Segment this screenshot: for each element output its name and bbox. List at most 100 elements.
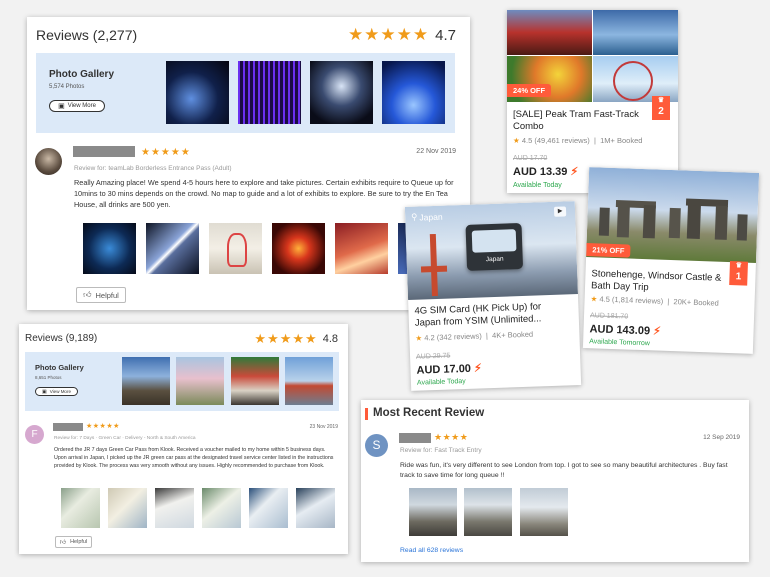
avatar	[35, 148, 62, 175]
review-body: Really Amazing place! We spend 4-5 hours…	[74, 178, 454, 209]
product-title: Stonehenge, Windsor Castle & Bath Day Tr…	[590, 268, 722, 294]
review-photo[interactable]	[146, 223, 199, 274]
gallery-count: 5,574 Photos	[49, 84, 85, 90]
avatar: F	[25, 425, 44, 444]
section-accent-bar	[365, 408, 368, 420]
product-rating-row: ★ 4.2 (342 reviews) | 4K+ Booked	[415, 329, 534, 343]
rank-badge: ♛ 1	[729, 261, 749, 286]
star-icon: ★	[513, 136, 520, 145]
reviewer-name-redacted	[73, 146, 135, 157]
photo-gallery-panel: Photo Gallery 5,574 Photos ▣ View More	[36, 53, 455, 133]
review-for: Review for: 7 Days · Green Car · Deliver…	[54, 436, 196, 441]
gallery-photo[interactable]	[310, 61, 373, 124]
original-price: AUD 29.75	[415, 352, 451, 361]
review-photo[interactable]	[249, 488, 288, 528]
location-pin-icon: ⚲	[411, 211, 418, 222]
product-rating-row: ★ 4.5 (49,461 reviews) | 1M+ Booked	[513, 136, 643, 145]
review-photo[interactable]	[520, 488, 568, 536]
original-price: AUD 181.70	[589, 312, 629, 321]
star-icon: ★	[590, 294, 598, 304]
discount-badge: 24% OFF	[507, 84, 552, 97]
product-card-stonehenge[interactable]: 21% OFF ♛ 1 Stonehenge, Windsor Castle &…	[582, 167, 760, 354]
review-photo[interactable]	[61, 488, 100, 528]
location-tag: ⚲ Japan	[411, 211, 443, 223]
thumbs-up-icon: 👍︎	[59, 540, 67, 546]
product-rating-row: ★ 4.5 (1,814 reviews) | 20K+ Booked	[590, 294, 719, 308]
review-stars: ★★★★★	[86, 423, 120, 430]
gallery-title: Photo Gallery	[49, 69, 115, 80]
review-title: Reviews (2,277)	[36, 27, 138, 43]
product-card-sim[interactable]: Japan ⚲ Japan ▶ 4G SIM Card (HK Pick Up)…	[404, 201, 582, 391]
crown-icon: ♛	[657, 97, 665, 104]
gallery-photo[interactable]	[382, 61, 445, 124]
photo-gallery-panel: Photo Gallery 8,651 Photos ▣ View More	[25, 352, 339, 411]
lightning-icon: ⚡︎	[473, 362, 482, 375]
product-title: [SALE] Peak Tram Fast-Track Combo	[513, 109, 639, 132]
avatar: S	[365, 434, 388, 457]
rank-badge: ♛ 2	[652, 96, 670, 120]
gallery-photo[interactable]	[122, 357, 170, 405]
review-photo[interactable]	[296, 488, 335, 528]
review-photo[interactable]	[409, 488, 457, 536]
review-body: Ride was fun, it's very different to see…	[400, 462, 728, 479]
image-icon: ▣	[58, 103, 65, 110]
star-icon: ★	[415, 333, 423, 343]
gallery-photo[interactable]	[285, 357, 333, 405]
section-title: Most Recent Review	[373, 407, 485, 419]
review-card-teamlab: Reviews (2,277) ★★★★★ 4.7 Photo Gallery …	[27, 17, 470, 310]
review-photo[interactable]	[464, 488, 512, 536]
review-photo[interactable]	[155, 488, 194, 528]
availability: Available Today	[513, 182, 562, 189]
review-photo[interactable]	[272, 223, 325, 274]
reviewer-name-redacted	[53, 423, 83, 431]
gallery-photo[interactable]	[238, 61, 301, 124]
helpful-button[interactable]: 👍︎ Helpful	[55, 536, 92, 548]
review-date: 23 Nov 2019	[309, 424, 338, 430]
review-title: Reviews (9,189)	[25, 333, 98, 344]
lightning-icon: ⚡︎	[652, 325, 662, 338]
most-recent-review-card: Most Recent Review S ★★★★ 12 Sep 2019 Re…	[361, 400, 749, 562]
view-more-button[interactable]: ▣ View More	[49, 100, 105, 112]
read-all-reviews-link[interactable]: Read all 628 reviews	[400, 547, 463, 554]
thumbs-up-icon: 👍︎	[83, 290, 92, 299]
sim-card-label: Japan	[485, 255, 504, 264]
gallery-photo[interactable]	[176, 357, 224, 405]
review-date: 12 Sep 2019	[703, 434, 740, 441]
gallery-photo[interactable]	[166, 61, 229, 124]
collage-photo-tram	[507, 10, 592, 55]
original-price: AUD 17.70	[513, 155, 548, 162]
price-row: AUD 13.39 ⚡︎	[513, 166, 579, 178]
product-card-peak-tram[interactable]: 24% OFF ♛ 2 [SALE] Peak Tram Fast-Track …	[507, 10, 678, 193]
price-row: AUD 17.00 ⚡︎	[416, 362, 482, 377]
review-photo[interactable]	[202, 488, 241, 528]
availability: Available Tomorrow	[588, 338, 651, 348]
rating-score: 4.8	[322, 333, 338, 345]
lightning-icon: ⚡︎	[570, 166, 579, 178]
rating-score: 4.7	[435, 26, 456, 44]
rating-stars: ★★★★★	[254, 331, 318, 346]
review-body: Ordered the JR 7 days Green Car Pass fro…	[54, 447, 334, 469]
review-for: Review for: teamLab Borderless Entrance …	[74, 165, 232, 172]
review-for: Review for: Fast Track Entry	[400, 447, 482, 454]
review-date: 22 Nov 2019	[416, 148, 456, 155]
gallery-count: 8,651 Photos	[35, 375, 62, 380]
review-photo[interactable]	[108, 488, 147, 528]
gallery-title: Photo Gallery	[35, 363, 84, 372]
discount-badge: 21% OFF	[586, 243, 631, 258]
review-photo[interactable]	[83, 223, 136, 274]
helpful-button[interactable]: 👍︎ Helpful	[76, 287, 126, 303]
image-icon: ▣	[42, 388, 47, 395]
availability: Available Today	[416, 378, 466, 387]
review-photo[interactable]	[335, 223, 388, 274]
review-card-jr-pass: Reviews (9,189) ★★★★★ 4.8 Photo Gallery …	[19, 324, 348, 554]
gallery-photo[interactable]	[231, 357, 279, 405]
review-stars: ★★★★★	[141, 147, 191, 158]
review-photo[interactable]	[209, 223, 262, 274]
play-icon[interactable]: ▶	[553, 206, 567, 217]
sim-card-graphic: Japan	[465, 222, 524, 271]
collage-photo-skyline	[593, 10, 678, 55]
price-row: AUD 143.09 ⚡︎	[589, 323, 662, 338]
review-stars: ★★★★	[434, 432, 469, 442]
view-more-button[interactable]: ▣ View More	[35, 387, 78, 396]
rating-stars: ★★★★★	[347, 25, 430, 44]
